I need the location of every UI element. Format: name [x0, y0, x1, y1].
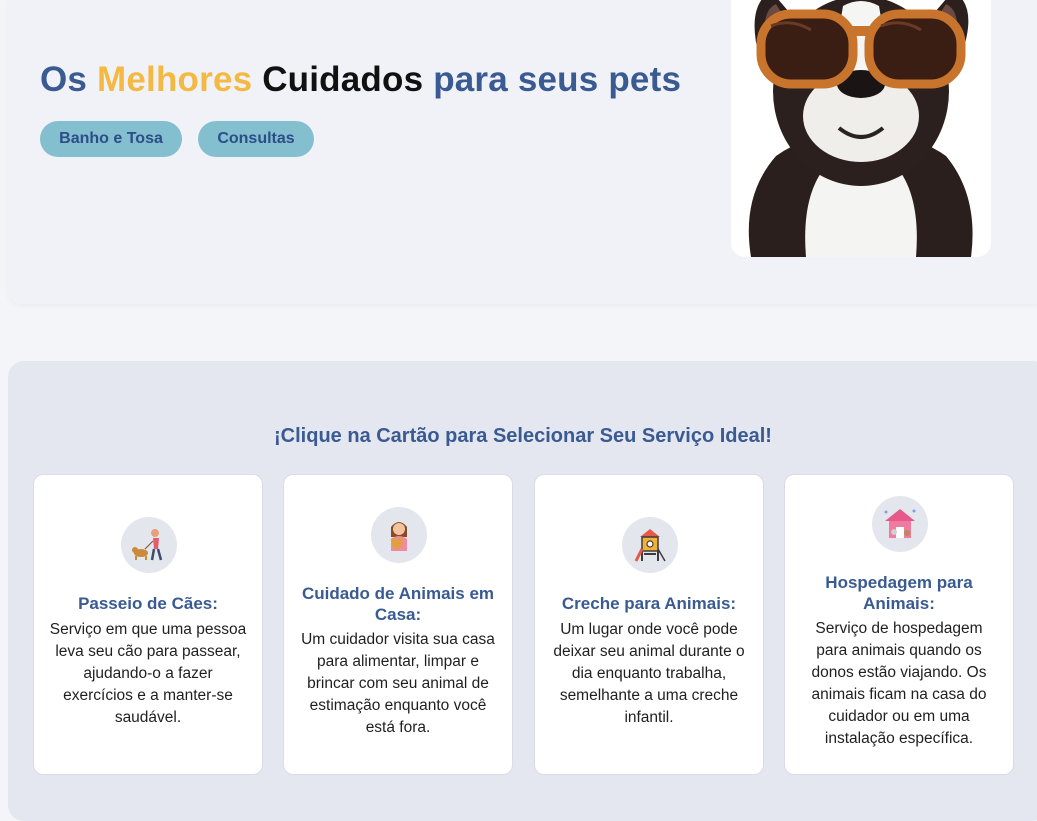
hero-dog-image [731, 0, 991, 257]
service-card-creche[interactable]: Creche para Animais: Um lugar onde você … [534, 474, 764, 775]
card-description: Serviço em que uma pessoa leva seu cão p… [49, 621, 247, 726]
services-heading: ¡Clique na Cartão para Selecionar Seu Se… [274, 425, 772, 447]
hero-title-part: Os [40, 60, 98, 99]
card-description: Serviço de hospedagem para animais quand… [811, 620, 987, 747]
hero-title-highlight: Melhores [97, 60, 253, 99]
service-card-passeio-de-caes[interactable]: Passeio de Cães: Serviço em que uma pess… [33, 474, 263, 775]
service-card-hospedagem[interactable]: Hospedagem para Animais: Serviço de hosp… [784, 474, 1014, 775]
hero-title: Os Melhores Cuidados para seus pets [40, 60, 681, 100]
card-description: Um lugar onde você pode deixar seu anima… [553, 621, 745, 726]
service-card-cuidado-em-casa[interactable]: Cuidado de Animais em Casa: Um cuidador … [283, 474, 513, 775]
pet-house-icon [872, 496, 928, 552]
dog-walker-icon [121, 517, 177, 573]
card-title: Hospedagem para Animais: [825, 573, 973, 613]
card-title: Cuidado de Animais em Casa: [301, 584, 495, 624]
card-title: Creche para Animais: [561, 594, 737, 613]
dog-with-sunglasses-illustration [748, 0, 973, 257]
consultas-button[interactable]: Consultas [198, 121, 314, 157]
banho-e-tosa-button[interactable]: Banho e Tosa [40, 121, 182, 157]
hero-title-part: para seus pets [433, 60, 682, 99]
hero-title-part: Cuidados [252, 60, 434, 99]
pet-sitter-icon [371, 507, 427, 563]
playground-icon [622, 517, 678, 573]
card-description: Um cuidador visita sua casa para aliment… [301, 631, 495, 736]
card-title: Passeio de Cães: [78, 594, 218, 613]
